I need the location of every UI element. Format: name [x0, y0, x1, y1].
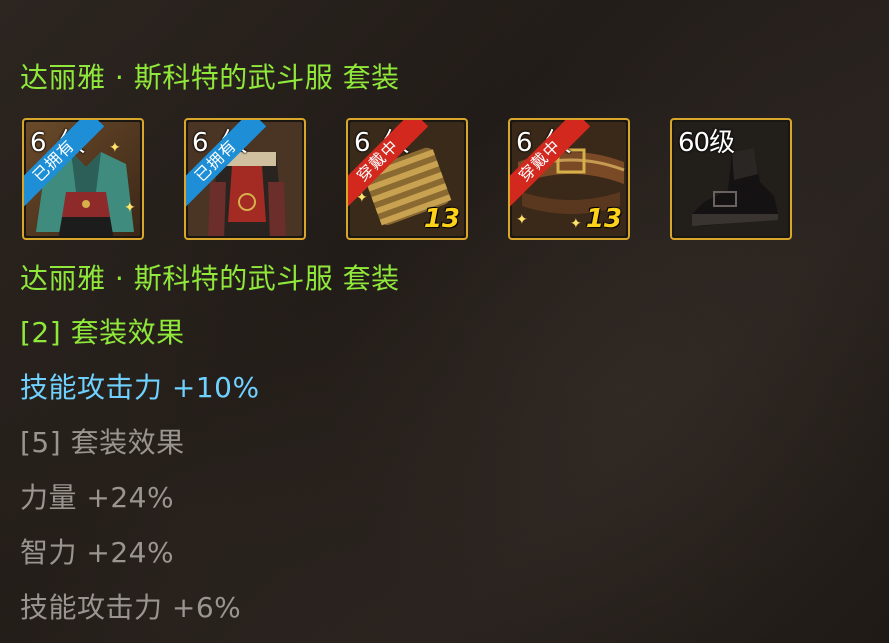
two-piece-effect-stat: 技能攻击力 +10% [20, 371, 260, 404]
enhance-level: 13 [585, 204, 622, 234]
enhance-level: 13 [423, 204, 460, 234]
slot-shoulder[interactable]: 6级 穿戴中 13 ✦ [346, 118, 468, 240]
sparkle-icon: ✦ [124, 200, 136, 216]
set-title: 达丽雅 · 斯科特的武斗服 套装 [20, 262, 400, 295]
slot-coat[interactable]: 6级 已拥有 ✦ ✦ [22, 118, 144, 240]
sparkle-icon: ✦ [109, 140, 121, 156]
five-piece-stat-strength: 力量 +24% [20, 481, 175, 514]
sparkle-icon: ✦ [516, 212, 528, 228]
set-tooltip: 达丽雅 · 斯科特的武斗服 套装 6 已拥有 ✦ ✦ 6 已拥有 6 穿戴中 1… [0, 0, 889, 643]
five-piece-stat-skill-attack: 技能攻击力 +6% [20, 591, 242, 624]
slot-level: 60级 [678, 128, 735, 158]
five-piece-effect-label: [5] 套装效果 [20, 426, 185, 459]
slot-pants[interactable]: 6级 已拥有 [184, 118, 306, 240]
five-piece-stat-intelligence: 智力 +24% [20, 536, 175, 569]
sparkle-icon: ✦ [570, 216, 582, 232]
slot-belt[interactable]: 6级 穿戴中 13 ✦ ✦ [508, 118, 630, 240]
slot-shoes[interactable]: 60级 [670, 118, 792, 240]
two-piece-effect-label: [2] 套装效果 [20, 316, 185, 349]
set-title-top: 达丽雅 · 斯科特的武斗服 套装 [20, 61, 400, 94]
